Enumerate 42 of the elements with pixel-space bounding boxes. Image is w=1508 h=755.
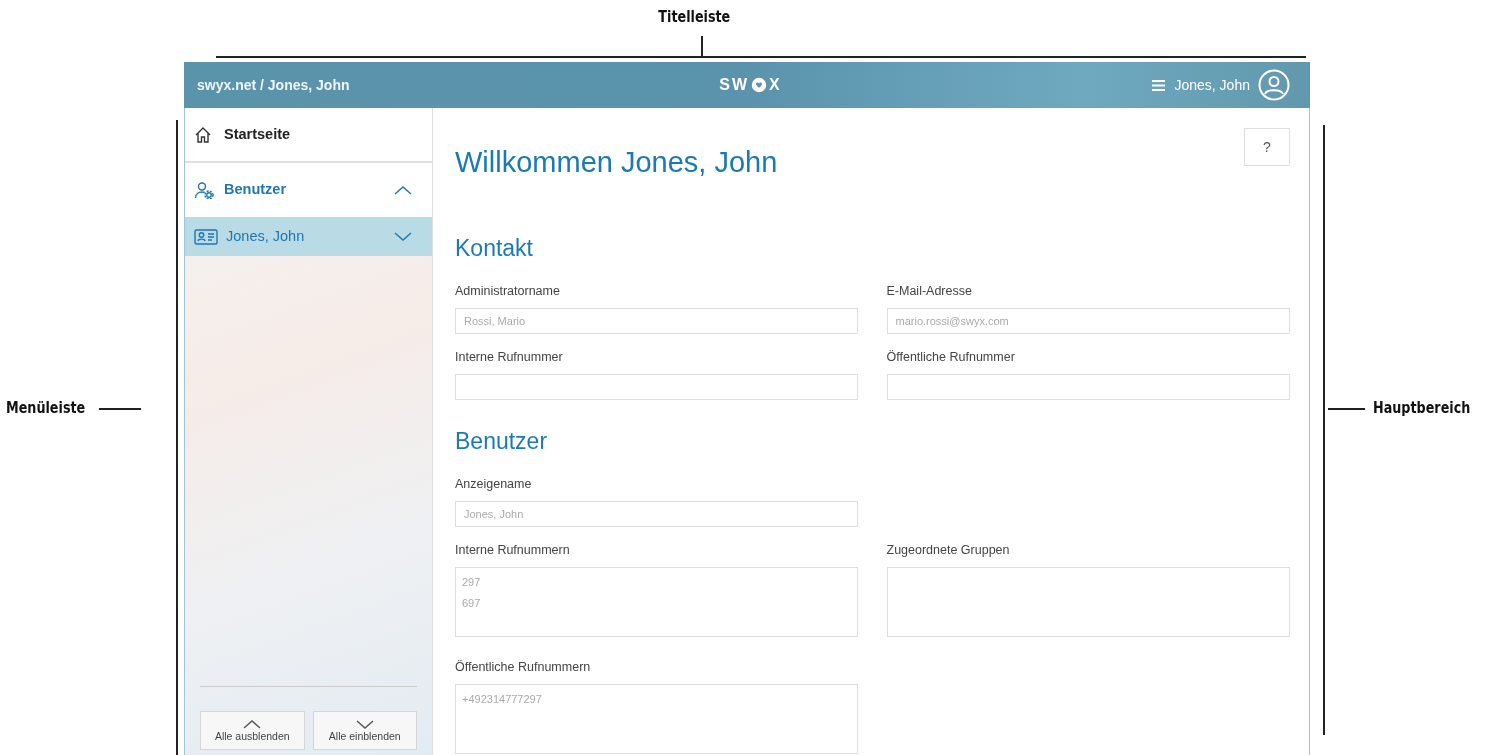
field-label: Interne Rufnummer [455,349,564,367]
leader-line [99,407,142,410]
user-avatar-icon [1258,69,1290,101]
sidebar-item[interactable]: Jones, John [185,217,432,256]
section-heading: Benutzer [455,427,549,456]
input-field[interactable]: mario.rossi@swyx.com [886,308,1290,335]
field-label: Zugeordnete Gruppen [886,542,1011,560]
annotation-label: Hauptbereich [1373,398,1471,420]
leader-line [1328,407,1365,410]
annotation-label: Titelleiste [658,7,731,28]
sidebar-item[interactable]: Startseite [185,108,432,163]
field-label: Öffentliche Rufnummer [886,349,1016,367]
section-heading: Kontakt [455,234,534,263]
logo-text: SW [719,75,750,95]
toolbar-button[interactable]: Alle ausblenden [200,711,305,750]
field-label: Administratorname [455,283,561,301]
breadcrumb: swyx.net / Jones, John [197,75,350,95]
input-field[interactable]: Jones, John [455,501,858,528]
text-area[interactable] [886,567,1290,637]
chevron-down-icon [355,720,374,730]
text-area[interactable]: 297 697 [455,567,858,637]
toolbar-button[interactable]: Alle einblenden [312,711,417,750]
chevron-up-icon [243,720,262,730]
page-title: Willkommen Jones, John [455,145,778,180]
logo-text: X [769,75,782,95]
field-label: Interne Rufnummern [455,542,571,560]
annotation-label: Menüleiste [6,398,86,420]
field-label: E-Mail-Adresse [886,283,973,301]
input-field[interactable] [455,373,858,400]
field-label: Anzeigename [455,476,533,494]
user-name[interactable]: Jones, John [1174,74,1250,96]
user-card-icon [194,227,218,246]
input-field[interactable]: Rossi, Mario [455,308,858,335]
chevron-down-icon [394,231,412,242]
field-label: Öffentliche Rufnummern [455,659,592,676]
chevron-up-icon [394,185,412,195]
sidebar-item[interactable]: Benutzer [185,163,432,217]
input-field[interactable] [886,373,1290,400]
text-area[interactable]: +492314777297 [455,683,858,754]
help-button[interactable]: ? [1244,128,1290,166]
menu-icon [1151,78,1167,92]
users-gear-icon [194,181,216,199]
